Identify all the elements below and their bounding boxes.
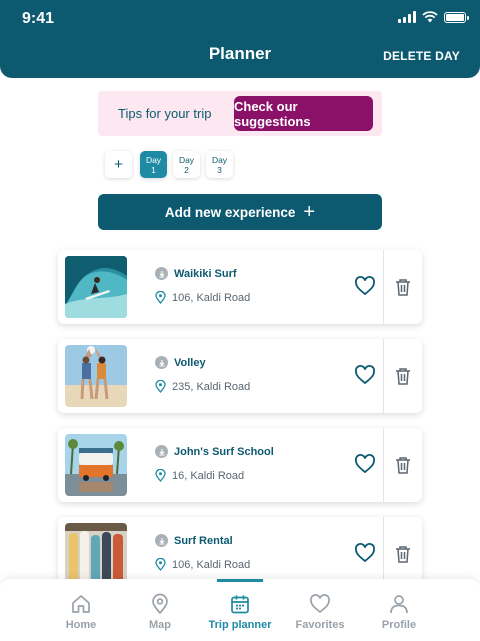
- day-tab-number: 2: [184, 164, 189, 175]
- add-day-button[interactable]: +: [105, 151, 132, 178]
- bottom-nav: Home Map Trip planner Favorites Profile: [0, 579, 480, 641]
- download-icon: [155, 445, 168, 458]
- location-pin-icon: [155, 291, 166, 304]
- day-tab-3[interactable]: Day 3: [206, 151, 233, 178]
- tips-banner: Tips for your trip Check our suggestions: [98, 91, 382, 136]
- nav-home[interactable]: Home: [41, 579, 121, 641]
- nav-map[interactable]: Map: [120, 579, 200, 641]
- app-header: 9:41 Planner DELETE DAY: [0, 0, 480, 78]
- experience-name: John's Surf School: [174, 445, 274, 458]
- surfer-wave-photo: [65, 256, 127, 318]
- signal-icon: [398, 11, 416, 23]
- experience-name: Surf Rental: [174, 534, 233, 547]
- favorite-heart-icon[interactable]: [354, 542, 376, 564]
- trash-icon[interactable]: [394, 544, 412, 564]
- download-icon: [155, 534, 168, 547]
- delete-day-button[interactable]: DELETE DAY: [383, 49, 460, 63]
- day-tab-number: 1: [151, 164, 156, 175]
- calendar-icon: [231, 595, 249, 614]
- download-icon: [155, 267, 168, 280]
- nav-favorites[interactable]: Favorites: [280, 579, 360, 641]
- volleyball-players-photo: [65, 345, 127, 407]
- day-tab-2[interactable]: Day 2: [173, 151, 200, 178]
- favorite-heart-icon[interactable]: [354, 453, 376, 475]
- surfboard-rack-photo: [65, 523, 127, 585]
- experience-address: 235, Kaldi Road: [172, 380, 251, 393]
- divider: [383, 428, 384, 502]
- divider: [383, 339, 384, 413]
- location-pin-icon: [155, 469, 166, 482]
- download-icon: [155, 356, 168, 369]
- nav-trip-planner[interactable]: Trip planner: [200, 579, 280, 641]
- trash-icon[interactable]: [394, 455, 412, 475]
- nav-label: Favorites: [295, 619, 345, 631]
- add-experience-button[interactable]: Add new experience +: [98, 194, 382, 230]
- tips-text: Tips for your trip: [118, 106, 212, 121]
- favorite-heart-icon[interactable]: [354, 275, 376, 297]
- experience-address: 16, Kaldi Road: [172, 469, 245, 482]
- home-icon: [72, 595, 90, 613]
- experience-card[interactable]: John's Surf School 16, Kaldi Road: [58, 428, 422, 502]
- trash-icon[interactable]: [394, 366, 412, 386]
- nav-label: Home: [65, 619, 97, 631]
- experience-address: 106, Kaldi Road: [172, 558, 251, 571]
- nav-label: Profile: [381, 619, 417, 631]
- day-tab-1[interactable]: Day 1: [140, 151, 167, 178]
- user-icon: [390, 595, 408, 614]
- day-tab-label: Day: [178, 154, 195, 165]
- experience-name: Waikiki Surf: [174, 267, 237, 280]
- location-pin-icon: [155, 380, 166, 393]
- location-pin-icon: [155, 558, 166, 571]
- add-experience-label: Add new experience: [164, 204, 296, 220]
- nav-label: Map: [149, 619, 171, 631]
- check-suggestions-button[interactable]: Check our suggestions: [234, 96, 373, 131]
- nav-label: Trip planner: [208, 619, 272, 631]
- wifi-icon: [422, 11, 438, 23]
- experience-card[interactable]: Volley 235, Kaldi Road: [58, 339, 422, 413]
- surf-van-photo: [65, 434, 127, 496]
- battery-icon: [444, 11, 469, 23]
- day-selector: + Day 1 Day 2 Day 3: [105, 151, 233, 178]
- experience-card[interactable]: Waikiki Surf 106, Kaldi Road: [58, 250, 422, 324]
- heart-icon: [310, 594, 330, 614]
- day-tab-label: Day: [211, 154, 228, 165]
- map-pin-icon: [152, 593, 168, 615]
- experience-name: Volley: [174, 356, 206, 369]
- divider: [383, 250, 384, 324]
- day-tab-label: Day: [145, 154, 162, 165]
- experience-address: 106, Kaldi Road: [172, 291, 251, 304]
- status-icons: [398, 11, 469, 23]
- trash-icon[interactable]: [394, 277, 412, 297]
- favorite-heart-icon[interactable]: [354, 364, 376, 386]
- nav-profile[interactable]: Profile: [359, 579, 439, 641]
- day-tab-number: 3: [217, 164, 222, 175]
- status-time: 9:41: [22, 10, 55, 27]
- plus-icon: +: [303, 201, 316, 223]
